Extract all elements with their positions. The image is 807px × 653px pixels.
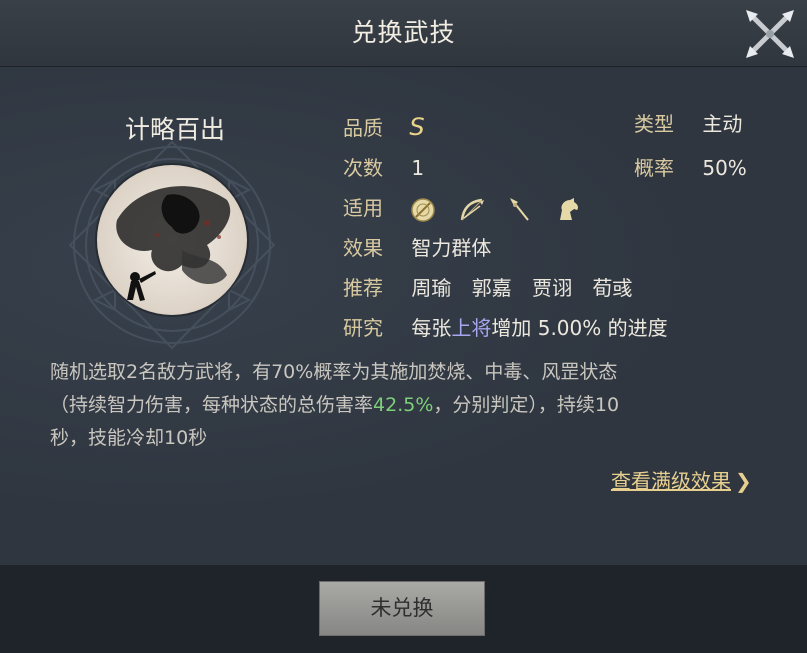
header-bar: 兑换武技 [0,0,807,67]
page-title: 兑换武技 [351,18,456,47]
quality-label: 品质 [343,116,383,140]
description-line-2-pre: （持续智力伤害，每种状态的总伤害率 [50,394,374,416]
recommend-row: 推荐 周瑜 郭嘉 贾诩 荀彧 [343,275,632,301]
exchange-button[interactable]: 未兑换 [319,581,485,636]
effect-row: 效果 智力群体 [343,235,491,261]
recommend-label: 推荐 [343,276,383,300]
description-line-2: （持续智力伤害，每种状态的总伤害率42.5%，分别判定），持续10 [50,389,750,422]
recommend-general-2[interactable]: 郭嘉 [472,276,512,300]
close-icon[interactable] [742,6,798,62]
spear-icon[interactable] [506,196,534,224]
type-value: 主动 [702,112,743,136]
rate-row: 概率 50% [634,155,747,181]
apply-row: 适用 [343,195,596,224]
ink-battle-portrait-icon [97,165,247,315]
description-line-3: 秒，技能冷却10秒 [50,427,208,449]
horse-icon[interactable] [554,196,582,224]
skill-description: 随机选取2名敌方武将，有70%概率为其施加焚烧、中毒、风罡状态 （持续智力伤害，… [50,356,750,455]
research-highlight: 上将 [451,316,492,340]
type-row: 类型 主动 [634,111,742,137]
recommend-general-4[interactable]: 荀彧 [592,276,632,300]
count-row: 次数 1 [343,155,424,181]
close-button[interactable] [742,6,798,62]
effect-value: 智力群体 [411,236,492,260]
type-label: 类型 [634,112,674,136]
quality-row: 品质 S [343,114,425,140]
count-label: 次数 [343,156,383,180]
research-label: 研究 [343,316,383,340]
recommend-general-1[interactable]: 周瑜 [411,276,451,300]
quality-value: S [409,113,425,141]
chevron-right-icon[interactable]: ❯ [735,469,752,493]
shield-icon[interactable] [409,196,437,224]
description-line-1: 随机选取2名敌方武将，有70%概率为其施加焚烧、中毒、风罡状态 [50,361,618,383]
apply-label: 适用 [343,196,383,220]
research-text-post: 增加 5.00% 的进度 [491,316,668,340]
view-full-effect-link[interactable]: 查看满级效果 ❯ [611,465,752,494]
rate-label: 概率 [634,156,674,180]
bow-icon[interactable] [458,196,486,224]
skill-portrait[interactable] [97,165,247,315]
recommend-general-3[interactable]: 贾诩 [532,276,572,300]
effect-label: 效果 [343,236,383,260]
research-text-pre: 每张 [411,316,452,340]
damage-rate-highlight: 42.5% [373,394,434,416]
research-row: 研究 每张上将增加 5.00% 的进度 [343,315,668,341]
view-full-effect-label[interactable]: 查看满级效果 [611,469,731,493]
rate-value: 50% [702,156,747,180]
description-line-2-post: ，分别判定），持续10 [433,394,620,416]
count-value: 1 [411,156,425,180]
